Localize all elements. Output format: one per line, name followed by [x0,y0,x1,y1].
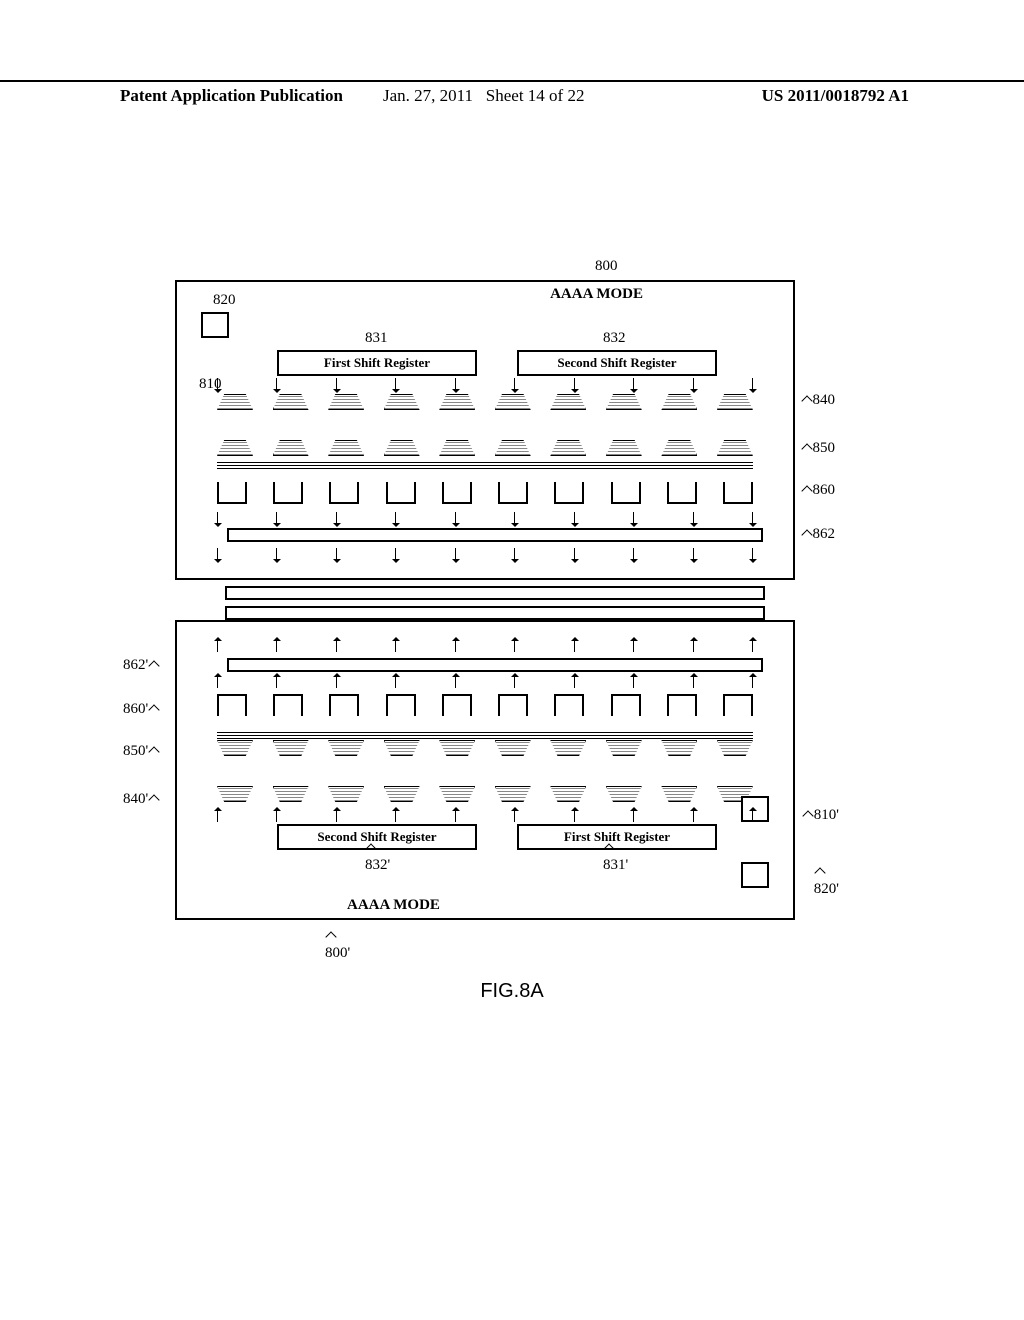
first-shift-register-top: First Shift Register [277,350,477,376]
ref-820p: 820' [814,864,839,898]
mux-row-850p [217,740,753,760]
driver-block-800p: AAAA MODE 862' 860' 850' [175,620,795,920]
ref-840: 840 [801,392,836,409]
header-sheet: Sheet 14 of 22 [486,86,585,105]
block-820 [201,312,229,338]
ref-820: 820 [213,292,236,309]
figure-8a: 800 AAAA MODE 820 810 831 First Shift Re… [175,280,795,920]
block-820p [741,862,769,888]
ref-840p: 840' [123,791,160,808]
mux-row-850 [217,440,753,460]
header-date-sheet: Jan. 27, 2011 Sheet 14 of 22 [383,86,646,106]
output-bar-862p [227,658,763,672]
ref-831p: 831' [603,840,628,874]
bus-850 [217,462,753,468]
mux-row-840p [217,786,753,806]
latch-row-860 [217,482,753,506]
ref-850: 850 [801,440,836,457]
ref-850p: 850' [123,743,160,760]
second-shift-register-top: Second Shift Register [517,350,717,376]
ref-832p: 832' [365,840,390,874]
bus-850p [217,732,753,738]
ref-860: 860 [801,482,836,499]
interconnect-bar-lower [225,606,765,620]
ref-860p: 860' [123,701,160,718]
ref-810p: 810' [802,807,839,824]
header-date: Jan. 27, 2011 [383,86,473,105]
latch-row-860p [217,694,753,718]
figure-caption: FIG.8A [0,980,1024,1003]
mux-row-840 [217,394,753,414]
header-publication: Patent Application Publication [120,86,383,106]
mode-label-top: AAAA MODE [550,286,643,303]
output-bar-862 [227,528,763,542]
header-pubno: US 2011/0018792 A1 [646,86,909,106]
page-header: Patent Application Publication Jan. 27, … [0,80,1024,106]
driver-block-800: AAAA MODE 820 810 831 First Shift Regist… [175,280,795,580]
mode-label-bottom: AAAA MODE [347,897,440,914]
ref-862p: 862' [123,657,160,674]
ref-800p: 800' [325,928,350,962]
interconnect-bar-upper [225,586,765,600]
ref-862: 862 [801,526,836,543]
